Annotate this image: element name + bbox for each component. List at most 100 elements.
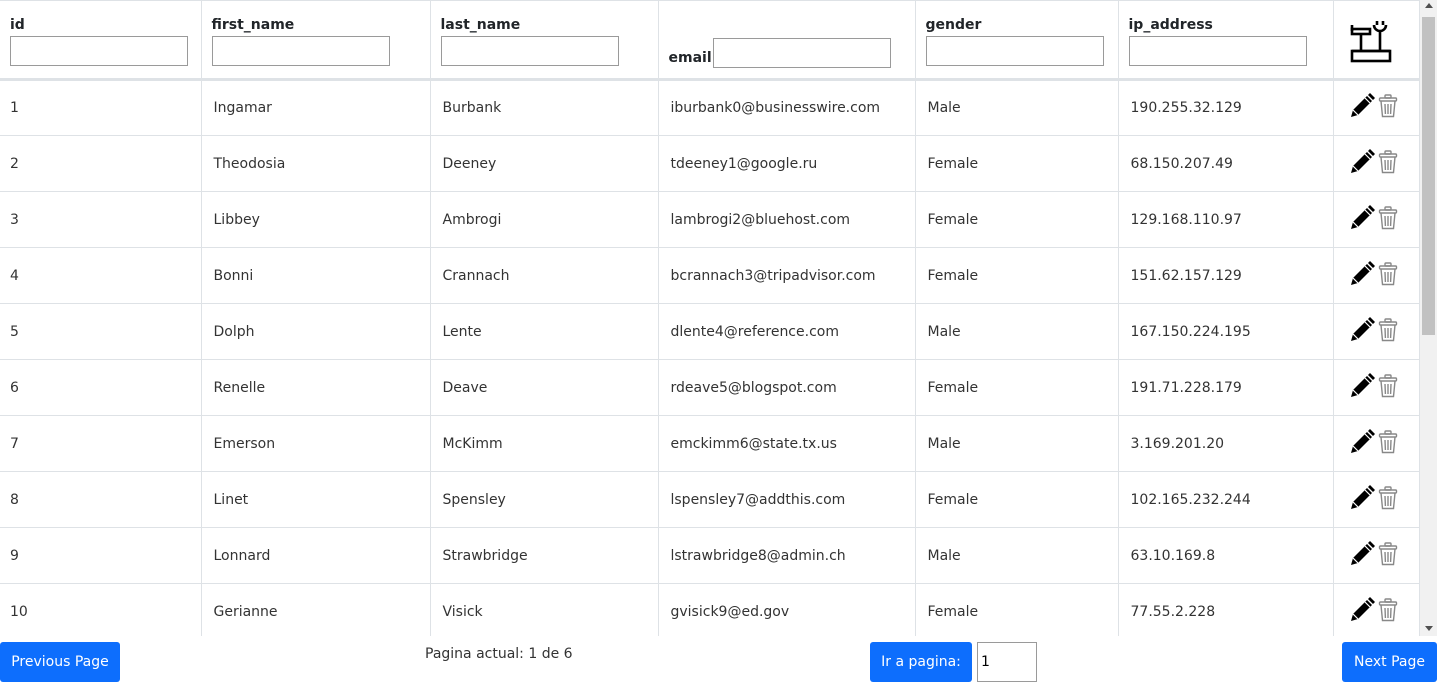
cell-email: iburbank0@businesswire.com: [658, 79, 916, 136]
cell-email: rdeave5@blogspot.com: [658, 359, 916, 416]
cell-ip-address: 102.165.232.244: [1118, 471, 1334, 528]
cell-email: lambrogi2@bluehost.com: [658, 191, 916, 248]
cell-first-name: Emerson: [201, 415, 431, 472]
cell-first-name: Linet: [201, 471, 431, 528]
pencil-edit-icon[interactable]: [1348, 148, 1376, 180]
cell-id: 1: [0, 79, 202, 136]
cell-id: 10: [0, 583, 202, 636]
cell-actions: [1333, 359, 1420, 416]
table-row: 5 Dolph Lente dlente4@reference.com Male 167.…: [0, 303, 1420, 360]
cell-last-name: McKimm: [430, 415, 659, 472]
filter-input-last-name[interactable]: [440, 36, 619, 66]
cell-last-name: Burbank: [430, 79, 659, 136]
trash-icon[interactable]: [1378, 205, 1398, 234]
filter-input-first-name[interactable]: [211, 36, 390, 66]
cell-gender: Female: [915, 359, 1119, 416]
pencil-edit-icon[interactable]: [1348, 484, 1376, 516]
cell-gender: Female: [915, 471, 1119, 528]
row-actions: [1348, 540, 1419, 572]
trash-icon[interactable]: [1378, 94, 1398, 122]
scroll-up-arrow-icon[interactable]: [1425, 3, 1433, 8]
trash-icon[interactable]: [1378, 485, 1398, 514]
vertical-scrollbar[interactable]: [1420, 0, 1437, 636]
cell-actions: [1333, 247, 1420, 304]
cell-first-name: Renelle: [201, 359, 431, 416]
table-scroll-area[interactable]: id first_name last_name email gender ip_…: [0, 0, 1420, 636]
cell-last-name: Deeney: [430, 135, 659, 192]
cell-id: 9: [0, 527, 202, 584]
cell-last-name: Ambrogi: [430, 191, 659, 248]
cell-id: 8: [0, 471, 202, 528]
cell-first-name: Gerianne: [201, 583, 431, 636]
column-header-gender: gender: [915, 0, 1119, 81]
cell-gender: Female: [915, 247, 1119, 304]
row-actions: [1348, 204, 1419, 236]
column-label: last_name: [440, 17, 521, 33]
column-header-ip-address: ip_address: [1118, 0, 1334, 81]
table-row: 10 Gerianne Visick gvisick9@ed.gov Female 77.…: [0, 583, 1420, 636]
cell-last-name: Crannach: [430, 247, 659, 304]
trash-icon[interactable]: [1378, 373, 1398, 402]
cell-actions: [1333, 471, 1420, 528]
pencil-edit-icon[interactable]: [1348, 540, 1376, 572]
cell-email: dlente4@reference.com: [658, 303, 916, 360]
column-label: id: [10, 17, 25, 33]
pencil-edit-icon[interactable]: [1348, 596, 1376, 628]
trash-icon[interactable]: [1378, 261, 1398, 290]
cell-email: lspensley7@addthis.com: [658, 471, 916, 528]
table-row: 2 Theodosia Deeney tdeeney1@google.ru Female…: [0, 135, 1420, 192]
cell-id: 4: [0, 247, 202, 304]
filter-input-id[interactable]: [10, 36, 188, 66]
table-row: 7 Emerson McKimm emckimm6@state.tx.us Male 3.…: [0, 415, 1420, 472]
trash-icon[interactable]: [1378, 317, 1398, 346]
pencil-edit-icon[interactable]: [1348, 316, 1376, 348]
cell-first-name: Libbey: [201, 191, 431, 248]
cell-email: gvisick9@ed.gov: [658, 583, 916, 636]
tools-icon[interactable]: [1350, 17, 1394, 67]
pencil-edit-icon[interactable]: [1348, 92, 1376, 124]
cell-ip-address: 129.168.110.97: [1118, 191, 1334, 248]
cell-last-name: Spensley: [430, 471, 659, 528]
cell-last-name: Visick: [430, 583, 659, 636]
cell-first-name: Ingamar: [201, 79, 431, 136]
row-actions: [1348, 372, 1419, 404]
filter-input-gender[interactable]: [925, 36, 1104, 66]
pencil-edit-icon[interactable]: [1348, 204, 1376, 236]
cell-ip-address: 151.62.157.129: [1118, 247, 1334, 304]
cell-ip-address: 3.169.201.20: [1118, 415, 1334, 472]
page-number-input[interactable]: [977, 642, 1037, 682]
cell-first-name: Lonnard: [201, 527, 431, 584]
cell-last-name: Strawbridge: [430, 527, 659, 584]
trash-icon[interactable]: [1378, 149, 1398, 178]
column-label: email: [668, 50, 712, 66]
pencil-edit-icon[interactable]: [1348, 372, 1376, 404]
cell-actions: [1333, 135, 1420, 192]
cell-gender: Male: [915, 415, 1119, 472]
cell-id: 6: [0, 359, 202, 416]
previous-page-button[interactable]: Previous Page: [0, 642, 120, 682]
cell-id: 2: [0, 135, 202, 192]
table-row: 1 Ingamar Burbank iburbank0@businesswire.co…: [0, 79, 1420, 136]
cell-id: 3: [0, 191, 202, 248]
column-header-email: email: [658, 0, 916, 81]
cell-actions: [1333, 79, 1420, 136]
pencil-edit-icon[interactable]: [1348, 428, 1376, 460]
go-to-page-button[interactable]: Ir a pagina:: [870, 642, 972, 682]
pencil-edit-icon[interactable]: [1348, 260, 1376, 292]
filter-input-ip-address[interactable]: [1128, 36, 1307, 66]
scroll-down-arrow-icon[interactable]: [1425, 626, 1433, 631]
next-page-button[interactable]: Next Page: [1342, 642, 1437, 682]
row-actions: [1348, 484, 1419, 516]
trash-icon[interactable]: [1378, 541, 1398, 570]
scrollbar-thumb[interactable]: [1422, 17, 1435, 335]
table-row: 8 Linet Spensley lspensley7@addthis.com Fema…: [0, 471, 1420, 528]
cell-last-name: Lente: [430, 303, 659, 360]
cell-actions: [1333, 415, 1420, 472]
trash-icon[interactable]: [1378, 429, 1398, 458]
trash-icon[interactable]: [1378, 597, 1398, 626]
cell-ip-address: 190.255.32.129: [1118, 79, 1334, 136]
column-label: gender: [925, 17, 982, 33]
header-row: id first_name last_name email gender ip_…: [0, 0, 1420, 81]
filter-input-email[interactable]: [712, 38, 891, 68]
row-actions: [1348, 316, 1419, 348]
